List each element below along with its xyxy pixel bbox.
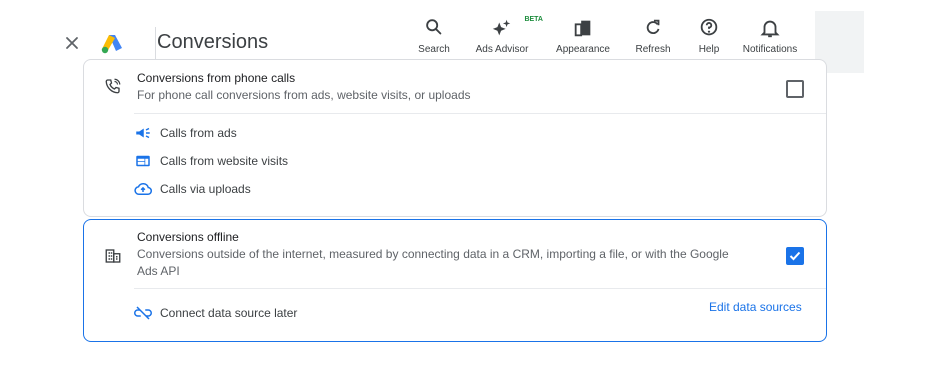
connect-later-item: Connect data source later — [134, 304, 297, 322]
connect-later-label: Connect data source later — [160, 306, 298, 320]
phone-calls-card: Conversions from phone calls For phone c… — [83, 59, 827, 217]
phone-calls-title: Conversions from phone calls — [137, 71, 296, 85]
offline-description-line2: Ads API — [137, 264, 180, 278]
title-separator — [155, 27, 156, 59]
help-label: Help — [698, 44, 720, 55]
notifications-button[interactable]: Notifications — [735, 17, 805, 55]
phone-calls-divider — [134, 113, 826, 114]
calls-from-ads-label: Calls from ads — [160, 126, 237, 140]
offline-description-line1: Conversions outside of the internet, mea… — [137, 247, 729, 261]
megaphone-icon — [136, 127, 150, 139]
offline-description: Conversions outside of the internet, mea… — [137, 246, 777, 280]
offline-checkbox[interactable] — [786, 247, 804, 265]
refresh-button[interactable]: Refresh — [629, 17, 677, 55]
calls-from-ads-item: Calls from ads — [134, 124, 237, 142]
help-button[interactable]: Help — [691, 17, 727, 55]
google-ads-logo — [100, 33, 124, 55]
calls-from-website-item: Calls from website visits — [134, 152, 288, 170]
offline-title: Conversions offline — [137, 230, 239, 244]
phone-calls-checkbox[interactable] — [786, 80, 804, 98]
sparkle-icon — [492, 19, 511, 36]
building-icon — [105, 249, 121, 263]
appearance-button[interactable]: Appearance — [551, 17, 615, 55]
ads-advisor-button[interactable]: BETA Ads Advisor — [467, 16, 543, 55]
page-title: Conversions — [157, 31, 269, 53]
offline-card: Conversions offline Conversions outside … — [83, 219, 827, 342]
calls-via-uploads-label: Calls via uploads — [160, 182, 251, 196]
cloud-upload-icon — [134, 183, 152, 195]
bell-icon — [760, 20, 780, 38]
search-button[interactable]: Search — [414, 17, 454, 55]
phone-icon — [105, 78, 121, 94]
help-icon — [700, 18, 718, 36]
main-content: Conversions from phone calls For phone c… — [51, 59, 864, 351]
web-icon — [136, 155, 150, 167]
refresh-label: Refresh — [635, 44, 671, 55]
appearance-icon — [574, 20, 591, 37]
checkmark-icon — [789, 251, 801, 261]
notifications-label: Notifications — [742, 44, 798, 55]
search-label: Search — [418, 44, 450, 55]
offline-divider — [134, 288, 826, 289]
edit-data-sources-link[interactable]: Edit data sources — [709, 300, 802, 314]
ads-advisor-label: Ads Advisor — [475, 44, 529, 55]
appearance-label: Appearance — [556, 44, 610, 55]
close-icon — [66, 37, 78, 49]
search-icon — [426, 19, 442, 35]
app-window: Conversions Search BETA Ads Advisor Appe… — [51, 11, 864, 351]
phone-calls-description: For phone call conversions from ads, web… — [137, 88, 471, 102]
calls-from-website-label: Calls from website visits — [160, 154, 289, 168]
link-off-icon — [134, 306, 152, 320]
calls-via-uploads-item: Calls via uploads — [134, 180, 251, 198]
close-button[interactable] — [62, 33, 82, 53]
refresh-icon — [646, 19, 660, 35]
beta-badge: BETA — [524, 16, 543, 23]
